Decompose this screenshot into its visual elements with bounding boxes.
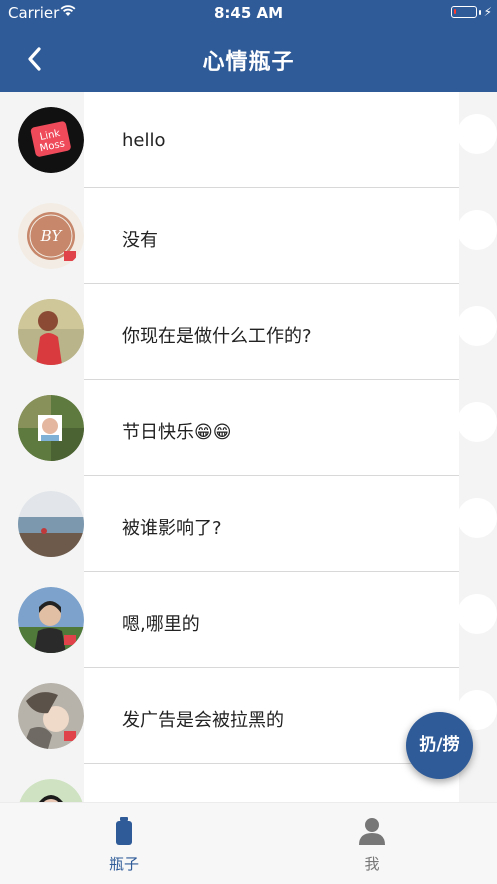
status-bar: Carrier 8:45 AM ⚡ — [0, 0, 497, 26]
message-text: hello — [122, 130, 166, 151]
avatar — [18, 779, 84, 802]
list-item[interactable]: BY 没有 — [0, 188, 459, 284]
message-text: 没有 — [122, 230, 158, 251]
avatar — [18, 395, 84, 461]
logo-badge-letters: BY — [40, 227, 64, 245]
decor-bubble — [457, 306, 497, 346]
avatar: Link Moss — [18, 107, 84, 173]
battery-nub — [479, 10, 481, 15]
message-text: 嗯,哪里的 — [122, 614, 200, 635]
list-item-card — [84, 764, 459, 802]
avatar — [18, 491, 84, 557]
decor-bubble — [457, 402, 497, 442]
list-item[interactable] — [0, 764, 459, 802]
decor-bubble — [457, 498, 497, 538]
tab-bottles-label: 瓶子 — [108, 855, 139, 873]
message-list[interactable]: Link Moss hello BY 没有 你现在是做什么工作的? 节日快乐😁😁… — [0, 92, 497, 802]
avatar — [18, 299, 84, 365]
message-text: 发广告是会被拉黑的 — [122, 710, 284, 731]
battery-level — [454, 9, 456, 14]
tab-bottles[interactable]: 瓶子 — [0, 803, 248, 884]
page-title: 心情瓶子 — [202, 50, 295, 75]
tab-bar: 瓶子 我 — [0, 802, 497, 884]
status-time: 8:45 AM — [213, 4, 284, 22]
charging-bolt-icon: ⚡ — [483, 5, 492, 19]
navigation-header: Carrier 8:45 AM ⚡ 心情瓶子 — [0, 0, 497, 92]
tab-me[interactable]: 我 — [248, 803, 496, 884]
message-text: 节日快乐😁😁 — [122, 422, 232, 443]
decor-bubble — [457, 114, 497, 154]
bottle-icon — [116, 817, 132, 845]
person-icon — [359, 818, 385, 845]
list-item[interactable]: 节日快乐😁😁 — [0, 380, 459, 476]
message-text: 被谁影响了? — [122, 518, 222, 539]
battery-icon — [451, 6, 477, 18]
avatar — [18, 587, 84, 653]
avatar — [18, 683, 84, 749]
decor-bubble — [457, 210, 497, 250]
list-item[interactable]: 你现在是做什么工作的? — [0, 284, 459, 380]
tab-me-label: 我 — [364, 855, 380, 873]
message-text: 你现在是做什么工作的? — [122, 326, 312, 347]
list-item[interactable]: 被谁影响了? — [0, 476, 459, 572]
list-item[interactable]: 嗯,哪里的 — [0, 572, 459, 668]
throw-catch-button[interactable]: 扔/捞 — [406, 712, 473, 779]
avatar: BY — [18, 203, 84, 269]
decor-bubble — [457, 594, 497, 634]
list-item[interactable]: 发广告是会被拉黑的 — [0, 668, 459, 764]
list-item[interactable]: Link Moss hello — [0, 92, 459, 188]
